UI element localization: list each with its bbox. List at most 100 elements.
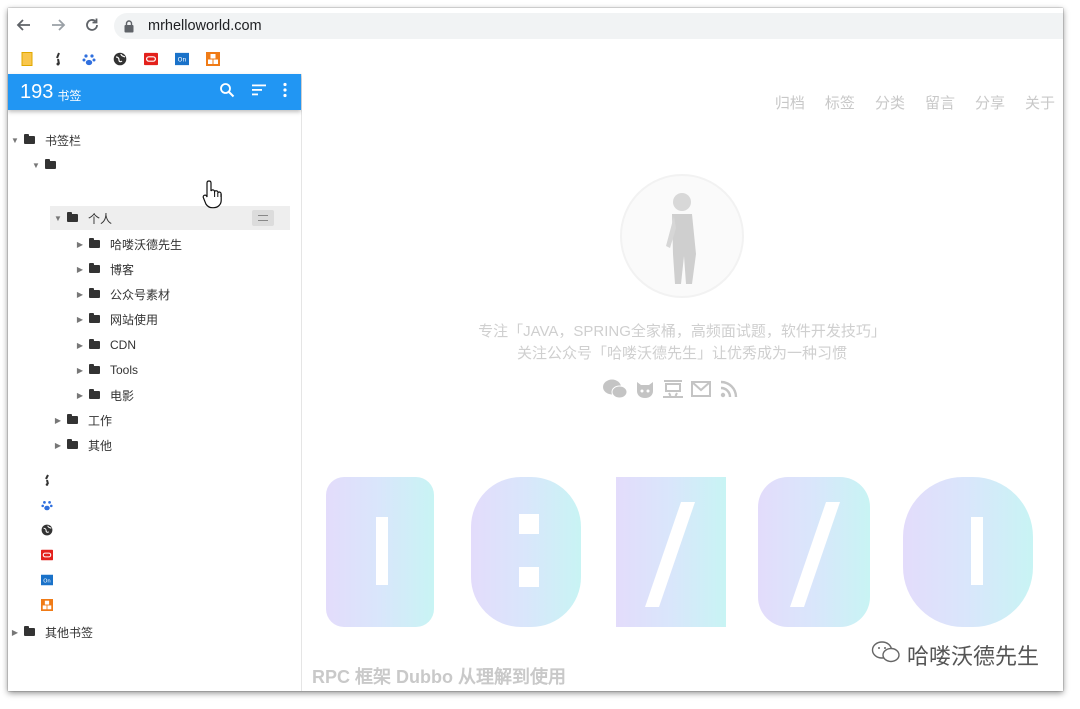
wechat-icon <box>871 640 901 670</box>
folder-icon <box>89 313 100 323</box>
caret-right-icon[interactable]: ▶ <box>53 441 63 450</box>
sidebar-header: 193 书签 <box>8 74 301 110</box>
forward-icon[interactable] <box>46 13 70 37</box>
tree-item-child[interactable]: ▶ 电影 <box>75 383 134 407</box>
tree-item-other-bookmarks[interactable]: ▶ 其他书签 <box>10 620 93 644</box>
motto-line-1: 专注「JAVA，SPRING全家桶，高频面试题，软件开发技巧」 <box>478 323 886 340</box>
caret-down-icon[interactable]: ▼ <box>53 214 63 223</box>
globe-bookmark-icon[interactable] <box>41 524 53 536</box>
dubbo-banner <box>326 477 1033 627</box>
back-icon[interactable] <box>12 13 36 37</box>
url-text: mrhelloworld.com <box>148 18 262 34</box>
tree-item-label: 工作 <box>88 413 113 428</box>
motto-line-2: 关注公众号「哈喽沃德先生」让优秀成为一种习惯 <box>516 345 847 362</box>
site-nav: 归档 标签 分类 留言 分享 关于 <box>775 92 1055 113</box>
tree-item-child[interactable]: ▶ 公众号素材 <box>75 282 170 306</box>
folder-icon <box>67 212 78 222</box>
watermark-text: 哈喽沃德先生 <box>906 644 1039 669</box>
java-bookmark-icon[interactable] <box>51 52 65 66</box>
tree-item-label: 哈喽沃德先生 <box>110 237 183 252</box>
blog-page: 归档 标签 分类 留言 分享 关于 专注「JAVA，SPRING全家桶，高频面试… <box>302 74 1063 691</box>
wechat-icon[interactable] <box>602 378 628 406</box>
tree-item-label: 书签栏 <box>45 133 82 148</box>
caret-right-icon[interactable]: ▶ <box>75 391 85 400</box>
caret-right-icon[interactable]: ▶ <box>75 240 85 249</box>
tree-item-label: 网站使用 <box>110 312 159 327</box>
post-title[interactable]: RPC 框架 Dubbo 从理解到使用 <box>312 663 566 689</box>
folder-icon <box>89 238 100 248</box>
tree-item-other[interactable]: ▶ 其他 <box>53 433 112 457</box>
baidu-bookmark-icon[interactable] <box>82 52 96 66</box>
caret-down-icon[interactable]: ▼ <box>31 161 41 170</box>
tree-item-work[interactable]: ▶ 工作 <box>53 408 112 432</box>
folder-icon <box>67 439 78 449</box>
nav-guestbook[interactable]: 留言 <box>925 92 955 113</box>
grid-bookmark-icon[interactable] <box>206 52 220 66</box>
caret-right-icon[interactable]: ▶ <box>75 341 85 350</box>
url-field[interactable]: mrhelloworld.com <box>114 13 1063 39</box>
oracle-bookmark-icon[interactable] <box>144 52 158 66</box>
bookmarks-bar: On <box>8 44 1063 74</box>
mail-icon[interactable] <box>690 378 712 406</box>
tree-item-child[interactable]: ▶ 博客 <box>75 257 134 281</box>
tree-item-label: CDN <box>110 338 136 352</box>
nav-tags[interactable]: 标签 <box>825 92 855 113</box>
folder-icon <box>89 389 100 399</box>
caret-right-icon[interactable]: ▶ <box>53 416 63 425</box>
nav-archive[interactable]: 归档 <box>775 92 805 113</box>
folder-icon <box>89 339 100 349</box>
nav-about[interactable]: 关于 <box>1025 92 1055 113</box>
drag-handle-icon[interactable] <box>252 210 274 226</box>
oschina-bookmark-icon[interactable]: On <box>41 574 53 586</box>
folder-icon <box>24 626 35 636</box>
bookmark-sidebar: 193 书签 ▼ 书签栏 ▼ ▼ 个人 ▶ 哈喽沃德先生 ▶ 博客 ▶ 公众号素… <box>8 74 302 691</box>
caret-right-icon[interactable]: ▶ <box>75 290 85 299</box>
tree-item-child[interactable]: ▶ 哈喽沃德先生 <box>75 232 182 256</box>
tree-item-personal[interactable]: ▼ 个人 <box>53 206 112 230</box>
caret-down-icon[interactable]: ▼ <box>10 136 20 145</box>
tree-item-label: 电影 <box>110 388 135 403</box>
reload-icon[interactable] <box>80 13 104 37</box>
caret-right-icon[interactable]: ▶ <box>75 265 85 274</box>
douban-icon[interactable] <box>662 378 684 406</box>
folder-icon <box>89 263 100 273</box>
baidu-bookmark-icon[interactable] <box>41 499 53 511</box>
tree-item-child[interactable]: ▶ Tools <box>75 358 138 382</box>
java-bookmark-icon[interactable] <box>41 474 53 486</box>
caret-right-icon[interactable]: ▶ <box>75 315 85 324</box>
grid-bookmark-icon[interactable] <box>41 599 53 611</box>
sidebar-tools <box>219 74 287 110</box>
tree-item-label: 其他书签 <box>45 625 94 640</box>
folder-icon <box>89 288 100 298</box>
tree-item-bookmarks-bar[interactable]: ▼ 书签栏 <box>10 128 81 152</box>
svg-text:On: On <box>178 57 187 64</box>
tree-item-label: 其他 <box>88 438 113 453</box>
nav-categories[interactable]: 分类 <box>875 92 905 113</box>
oschina-bookmark-icon[interactable]: On <box>175 52 189 66</box>
folder-bookmark-icon[interactable] <box>20 52 34 66</box>
sort-icon[interactable] <box>251 83 267 102</box>
tree-item-label: 博客 <box>110 262 135 277</box>
caret-right-icon[interactable]: ▶ <box>10 628 20 637</box>
tree-item-label: Tools <box>110 363 139 377</box>
browser-window: mrhelloworld.com On 193 书签 ▼ 书签栏 ▼ ▼ 个人 … <box>8 8 1063 691</box>
folder-icon <box>89 364 100 374</box>
svg-text:On: On <box>43 578 50 584</box>
search-icon[interactable] <box>219 82 235 103</box>
globe-bookmark-icon[interactable] <box>113 52 127 66</box>
oracle-bookmark-icon[interactable] <box>41 549 53 561</box>
rss-icon[interactable] <box>718 378 740 406</box>
nav-share[interactable]: 分享 <box>975 92 1005 113</box>
address-bar-row: mrhelloworld.com <box>8 8 1063 42</box>
caret-right-icon[interactable]: ▶ <box>75 366 85 375</box>
tree-item-child[interactable]: ▶ 网站使用 <box>75 307 158 331</box>
hand-cursor-icon <box>202 179 224 214</box>
avatar[interactable] <box>620 174 744 298</box>
folder-icon <box>24 134 35 144</box>
tree-item-label: 个人 <box>88 211 113 226</box>
more-icon[interactable] <box>283 82 287 103</box>
tree-item-unnamed[interactable]: ▼ <box>31 153 66 177</box>
social-links <box>602 378 740 406</box>
github-icon[interactable] <box>634 378 656 406</box>
tree-item-child[interactable]: ▶ CDN <box>75 333 136 357</box>
